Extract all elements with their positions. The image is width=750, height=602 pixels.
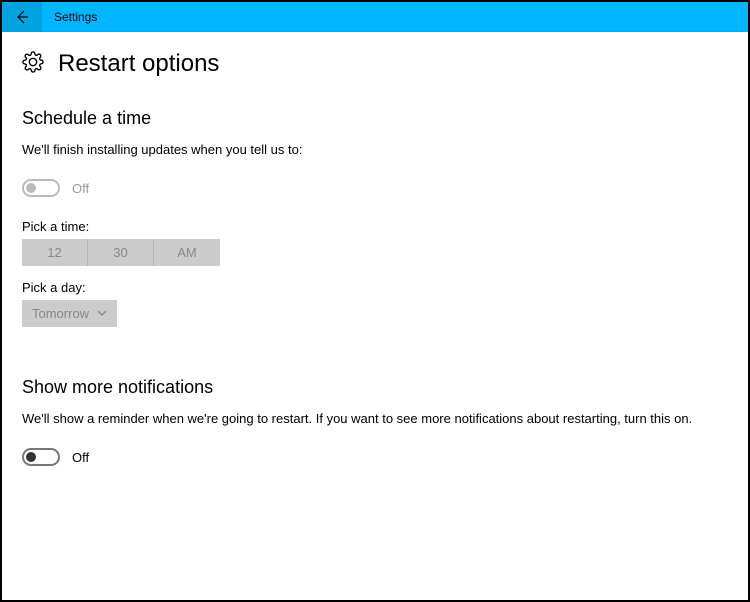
content-area: Restart options Schedule a time We'll fi… [2, 32, 748, 506]
time-ampm: AM [154, 239, 220, 266]
schedule-description: We'll finish installing updates when you… [22, 141, 728, 159]
chevron-down-icon [97, 306, 107, 321]
arrow-left-icon [14, 9, 30, 25]
day-picker: Tomorrow [22, 300, 117, 327]
time-picker: 12 30 AM [22, 239, 728, 266]
notifications-heading: Show more notifications [22, 377, 728, 398]
time-hour: 12 [22, 239, 88, 266]
time-minute: 30 [88, 239, 154, 266]
toggle-knob [26, 452, 36, 462]
page-title: Restart options [58, 50, 219, 78]
toggle-knob [26, 183, 36, 193]
page-header: Restart options [22, 50, 728, 78]
schedule-toggle-row: Off [22, 179, 728, 197]
day-label: Pick a day: [22, 280, 728, 295]
time-label: Pick a time: [22, 219, 728, 234]
notifications-toggle-row: Off [22, 448, 728, 466]
schedule-toggle-label: Off [72, 181, 89, 196]
schedule-heading: Schedule a time [22, 108, 728, 129]
notifications-toggle-label: Off [72, 450, 89, 465]
day-value: Tomorrow [32, 306, 89, 321]
gear-icon [22, 51, 44, 78]
app-title: Settings [54, 10, 97, 24]
back-button[interactable] [2, 2, 42, 32]
notifications-toggle[interactable] [22, 448, 60, 466]
notifications-description: We'll show a reminder when we're going t… [22, 410, 728, 428]
schedule-toggle [22, 179, 60, 197]
titlebar: Settings [2, 2, 748, 32]
